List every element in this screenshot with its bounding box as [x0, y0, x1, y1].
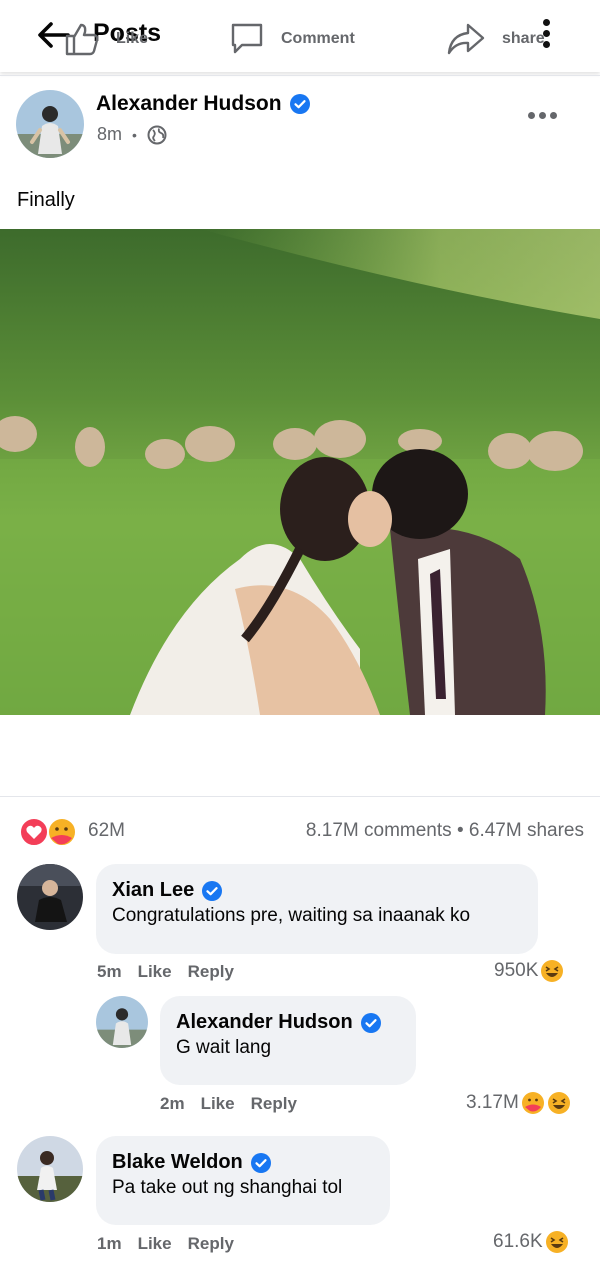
comment-author[interactable]: Alexander Hudson: [176, 1011, 400, 1034]
haha-icon: [545, 1231, 568, 1253]
comment-bubble: Xian Lee Congratulations pre, waiting sa…: [96, 864, 538, 954]
separator-dot: •: [132, 126, 137, 143]
reaction-summary[interactable]: 62M 8.17M comments • 6.47M shares: [18, 816, 584, 848]
post-time[interactable]: 8m: [97, 124, 122, 145]
divider: [0, 796, 600, 797]
comment-author-name[interactable]: Blake Weldon: [112, 1151, 243, 1174]
comment-meta: 2m Like Reply: [160, 1094, 297, 1114]
comment-reply-button[interactable]: Reply: [188, 962, 234, 982]
comment-time: 2m: [160, 1094, 185, 1113]
comment-meta: 1m Like Reply: [97, 1234, 234, 1254]
comment-like-button[interactable]: Like: [138, 1234, 172, 1254]
comment-time: 5m: [97, 962, 122, 981]
comment-like-button[interactable]: Like: [201, 1094, 235, 1114]
comment-text: Congratulations pre, waiting sa inaanak …: [112, 905, 471, 926]
comment-meta: 5m Like Reply: [97, 962, 234, 982]
post-photo[interactable]: [0, 229, 600, 715]
verified-badge-icon: [250, 1152, 271, 1173]
author-avatar[interactable]: [16, 90, 84, 158]
reaction-count: 62M: [88, 820, 125, 841]
comment-reaction-count: 3.17M: [466, 1092, 519, 1113]
care-icon: [521, 1092, 544, 1114]
comment-author-name[interactable]: Alexander Hudson: [176, 1011, 353, 1034]
like-label: Like: [116, 30, 149, 47]
comment-reply-button[interactable]: Reply: [251, 1094, 297, 1114]
comment-reply-button[interactable]: Reply: [188, 1234, 234, 1254]
comment-author-name[interactable]: Xian Lee: [112, 879, 194, 902]
globe-icon: [147, 125, 167, 144]
thumbs-up-icon: [65, 23, 99, 56]
share-label: share: [502, 30, 545, 47]
like-button[interactable]: Like: [64, 21, 148, 57]
shares-count[interactable]: 6.47M shares: [469, 820, 584, 841]
verified-badge-icon: [202, 880, 223, 901]
post-stats[interactable]: 8.17M comments • 6.47M shares: [306, 820, 584, 842]
separator-dot: •: [456, 820, 469, 841]
comment-like-button[interactable]: Like: [138, 962, 172, 982]
reply-bubble: Alexander Hudson G wait lang: [160, 996, 416, 1085]
haha-icon: [547, 1092, 570, 1114]
comment-label: Comment: [281, 30, 355, 47]
comment-icon: [231, 23, 263, 54]
post-caption: Finally: [17, 189, 75, 211]
love-care-reactions-icon: [19, 817, 77, 847]
comment-reactions[interactable]: 3.17M: [466, 1091, 571, 1115]
comment-button[interactable]: Comment: [229, 21, 355, 57]
verified-badge-icon: [289, 94, 310, 114]
comment-author[interactable]: Xian Lee: [112, 879, 522, 902]
reply-avatar[interactable]: [96, 996, 148, 1048]
share-button[interactable]: share: [446, 21, 545, 57]
comment-reactions[interactable]: 61.6K: [493, 1230, 569, 1254]
share-arrow-icon: [447, 23, 485, 55]
verified-badge-icon: [360, 1012, 381, 1033]
comment-time: 1m: [97, 1234, 122, 1253]
post-more-icon[interactable]: [528, 106, 564, 119]
comment-bubble: Blake Weldon Pa take out ng shanghai tol: [96, 1136, 390, 1225]
commenter-avatar[interactable]: [17, 1136, 83, 1202]
comment-reactions[interactable]: 950K: [494, 959, 564, 983]
comment-text: G wait lang: [176, 1037, 272, 1058]
comment-author[interactable]: Blake Weldon: [112, 1151, 374, 1174]
haha-icon: [541, 960, 564, 982]
comment-text: Pa take out ng shanghai tol: [112, 1177, 343, 1198]
comments-count[interactable]: 8.17M comments: [306, 820, 452, 841]
divider: [0, 75, 600, 76]
commenter-avatar[interactable]: [17, 864, 83, 930]
author-name[interactable]: Alexander Hudson: [96, 92, 282, 116]
comment-reaction-count: 61.6K: [493, 1231, 543, 1252]
comment-reaction-count: 950K: [494, 960, 539, 981]
post-author[interactable]: Alexander Hudson: [96, 92, 310, 116]
post-meta: 8m •: [97, 124, 167, 145]
